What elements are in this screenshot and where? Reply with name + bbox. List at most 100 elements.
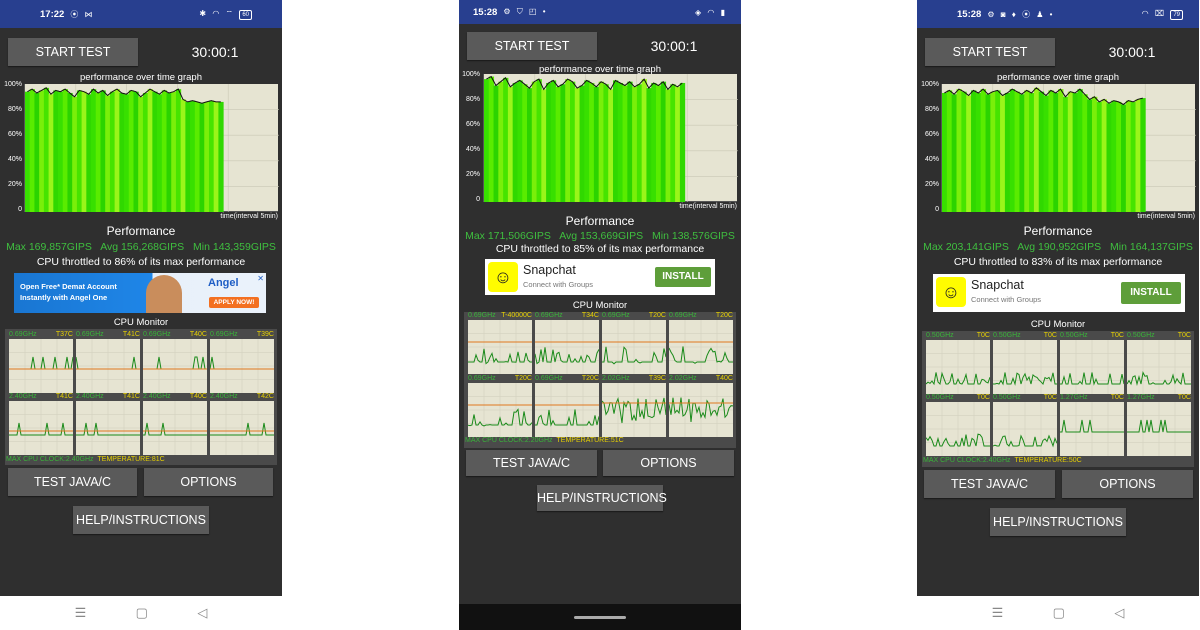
core-header: 2.40GHz T41C (9, 393, 73, 401)
core-graph (9, 339, 73, 393)
core-graph-svg (210, 401, 274, 455)
performance-bar (1014, 91, 1020, 212)
core-frequency: 0.69GHz (76, 331, 104, 338)
help-instructions-button[interactable]: HELP/INSTRUCTIONS (537, 485, 667, 511)
home-icon[interactable]: ▢ (1053, 605, 1065, 621)
ad-banner[interactable]: Open Free* Demat Account Instantly with … (14, 273, 266, 313)
help-instructions-button[interactable]: HELP/INSTRUCTIONS (73, 506, 209, 534)
ad-apply-button[interactable]: APPLY NOW! (209, 297, 259, 308)
performance-bar (1125, 100, 1132, 212)
performance-bar (119, 92, 125, 212)
avg-gips: Avg 153,669GIPS (559, 230, 644, 242)
cpu-temperature: TEMPERATURE:50C (1014, 457, 1082, 464)
performance-bar (190, 100, 196, 212)
help-instructions-button[interactable]: HELP/INSTRUCTIONS (990, 508, 1126, 536)
performance-graph-svg (25, 84, 279, 212)
core-graph-svg (143, 339, 207, 393)
ad-install-button[interactable]: INSTALL (1121, 282, 1181, 304)
core-header: 0.50GHz T0C (993, 332, 1057, 340)
performance-graph (483, 74, 738, 202)
cpu-monitor-panel: 0.50GHz T0C 0.50GHz T0C 0.50GHz T0C 0.50GHz… (922, 331, 1194, 467)
start-test-button[interactable]: START TEST (8, 38, 138, 66)
performance-bar (1048, 90, 1054, 212)
recents-icon[interactable]: ☰ (992, 605, 1004, 621)
core-frequency: 0.50GHz (993, 332, 1021, 339)
performance-bar (1029, 92, 1035, 212)
options-button[interactable]: OPTIONS (144, 468, 273, 496)
core-graph (143, 339, 207, 393)
performance-bar (522, 84, 528, 202)
performance-bar (971, 90, 977, 212)
x-axis-label: time(interval 5min) (220, 213, 278, 220)
runtime-display: 30:00:1 (191, 44, 239, 60)
cpu-monitor-title: CPU Monitor (1030, 319, 1086, 330)
start-test-button[interactable]: START TEST (925, 38, 1055, 66)
cpu-core-monitor: 0.69GHz T20C (602, 312, 666, 374)
performance-bar (1091, 96, 1098, 212)
back-icon[interactable]: ◁ (197, 605, 207, 621)
core-graph-svg (1060, 340, 1124, 394)
cpu-core-monitor: 0.50GHz T0C (1060, 332, 1124, 394)
core-frequency: 1.27GHz (1127, 394, 1155, 401)
performance-bar (86, 94, 92, 212)
performance-stats: Max 203,141GIPS Avg 190,952GIPS Min 164,… (917, 241, 1199, 253)
core-graph-svg (1060, 402, 1124, 456)
performance-bar (617, 82, 624, 202)
gesture-handle[interactable] (574, 615, 626, 619)
performance-bar (951, 94, 958, 212)
home-icon[interactable]: ▢ (136, 605, 148, 621)
cpu-temperature: TEMPERATURE:81C (97, 456, 165, 463)
performance-bar (1067, 91, 1074, 212)
cpu-core-monitor: 0.50GHz T0C (926, 394, 990, 456)
performance-bar (627, 81, 633, 202)
cpu-core-monitor: 2.40GHz T41C (9, 393, 73, 455)
status-time: 17:22 (40, 8, 65, 20)
options-button[interactable]: OPTIONS (603, 450, 734, 476)
core-graph (1127, 402, 1191, 456)
core-temperature: T0C (1110, 394, 1124, 401)
performance-bar (1077, 89, 1083, 212)
cpu-core-monitor: 2.02GHz T40C (669, 375, 733, 437)
y-tick-label: 40% (7, 156, 22, 163)
performance-graph-svg (484, 74, 738, 202)
core-graph-svg (9, 339, 73, 393)
core-graph (926, 402, 990, 456)
test-java-button[interactable]: TEST JAVA/C (8, 468, 137, 496)
battery-icon: 79 (1170, 9, 1183, 20)
cpu-core-monitor: 0.50GHz T0C (993, 332, 1057, 394)
system-icons: ✱ ◠ ⌔ 60 (199, 9, 252, 20)
performance-bar (1043, 95, 1049, 212)
core-graph (1060, 402, 1124, 456)
ad-banner[interactable]: ☺ Snapchat Connect with Groups INSTALL (933, 274, 1185, 312)
cpu-footer: MAX CPU CLOCK:2.20GHz TEMPERATURE:51C (465, 437, 624, 444)
back-icon[interactable]: ◁ (1114, 605, 1124, 621)
performance-bar (81, 91, 87, 212)
core-graph (1060, 340, 1124, 394)
ad-close-icon[interactable]: ✕ (257, 274, 264, 283)
performance-bar (1101, 99, 1107, 212)
options-button[interactable]: OPTIONS (1062, 470, 1193, 498)
performance-heading: Performance (106, 224, 176, 238)
test-java-button[interactable]: TEST JAVA/C (466, 450, 597, 476)
core-header: 0.50GHz T0C (993, 394, 1057, 402)
performance-bar (503, 77, 509, 202)
x-axis-label: time(interval 5min) (1137, 213, 1195, 220)
core-header: 2.40GHz T40C (143, 393, 207, 401)
cpu-core-monitor: 1.27GHz T0C (1127, 394, 1191, 456)
core-header: 0.69GHz T39C (210, 331, 274, 339)
start-test-button[interactable]: START TEST (467, 32, 597, 60)
core-graph (602, 320, 666, 374)
throttle-summary: CPU throttled to 86% of its max performa… (36, 256, 246, 268)
recents-icon[interactable]: ☰ (75, 605, 87, 621)
core-frequency: 0.50GHz (1127, 332, 1155, 339)
performance-bar (72, 96, 78, 212)
x-axis-label: time(interval 5min) (679, 203, 737, 210)
ad-banner[interactable]: ☺ Snapchat Connect with Groups INSTALL (485, 259, 715, 295)
core-graph-svg (9, 401, 73, 455)
ad-install-button[interactable]: INSTALL (655, 267, 711, 287)
performance-bar (1004, 92, 1011, 212)
test-java-button[interactable]: TEST JAVA/C (924, 470, 1055, 498)
performance-bar (1033, 87, 1040, 212)
performance-stats: Max 169,857GIPS Avg 156,268GIPS Min 143,… (0, 241, 282, 253)
core-header: 0.69GHz T20C (602, 312, 666, 320)
